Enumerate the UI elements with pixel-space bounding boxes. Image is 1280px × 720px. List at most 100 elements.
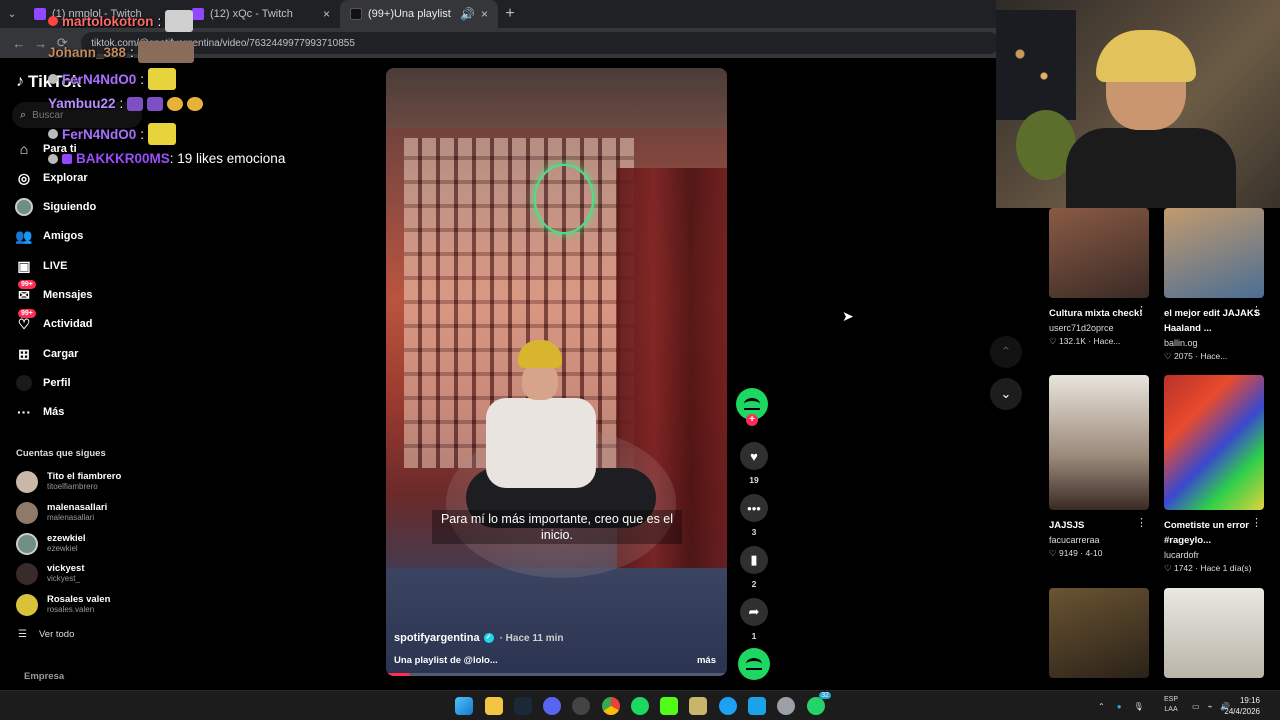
close-icon[interactable]: × (481, 7, 488, 21)
chrome-icon[interactable] (602, 697, 620, 715)
live-icon: ▣ (17, 257, 31, 274)
video-person-face (522, 364, 558, 400)
following-item[interactable]: malenasallari malenasallari (16, 500, 107, 526)
following-item[interactable]: Tito el fiambrero titoelfiambrero (16, 469, 121, 495)
speaker-icon[interactable]: 🔊 (460, 7, 475, 21)
kebab-icon[interactable]: ⋮ (1136, 304, 1147, 317)
steam-icon[interactable] (514, 697, 532, 715)
recommended-video[interactable] (1164, 588, 1274, 678)
chat-message: BAKKKR00MS: 19 likes emociona (48, 151, 285, 166)
chat-badge-icon (48, 74, 58, 84)
whatsapp-icon[interactable]: 32 (807, 692, 831, 715)
settings-icon[interactable] (777, 697, 795, 715)
messages-badge: 99+ (18, 280, 36, 289)
recommended-video[interactable] (1049, 588, 1159, 678)
microphone-icon[interactable]: 🎙 (1134, 702, 1144, 711)
tab-tiktok[interactable]: (99+)Una playlist de @lolo... 🔊 × (340, 0, 498, 28)
monitor-icon[interactable]: ▭ (1192, 702, 1200, 711)
streamer-webcam (996, 0, 1280, 208)
defender-icon[interactable]: ● (1117, 702, 1122, 711)
kebab-icon[interactable]: ⋮ (1136, 516, 1147, 529)
app-icon[interactable] (748, 697, 766, 715)
following-item[interactable]: vickyest vickyest_ (16, 561, 85, 587)
chat-message: Johann_388: (48, 41, 194, 63)
recommended-video[interactable]: ⋮ JAJSJS facucarreraa ♡ 9149 · 4-10 (1049, 375, 1159, 559)
comment-icon: ••• (740, 494, 768, 522)
webcam-hat (1096, 30, 1196, 82)
share-button[interactable]: ➦ 1 (738, 598, 770, 641)
network-icon[interactable]: ⌁ (1208, 702, 1213, 711)
spotify-neon-logo (534, 164, 594, 234)
new-tab-button[interactable]: + (498, 5, 522, 23)
nav-amigos[interactable]: 👥 Amigos (14, 225, 83, 247)
chat-message: Yambuu22: (48, 96, 204, 111)
spotify-taskbar-icon[interactable] (631, 697, 649, 715)
see-all-link[interactable]: ☰ Ver todo (18, 629, 74, 640)
save-count: 2 (751, 579, 757, 589)
nav-live[interactable]: ▣ LIVE (14, 255, 67, 277)
ccleaner-icon[interactable] (719, 697, 737, 715)
back-icon[interactable]: ← (8, 36, 30, 51)
video-thumbnail (1049, 588, 1149, 678)
obs-icon[interactable] (572, 697, 590, 715)
nav-siguiendo[interactable]: Siguiendo (14, 196, 96, 218)
search-icon: ⌕ (20, 108, 27, 121)
discord-icon[interactable] (543, 697, 561, 715)
nav-mas[interactable]: ··· Más (14, 401, 64, 423)
following-item[interactable]: ezewkiel ezewkiel (16, 531, 86, 557)
chevron-up-icon[interactable]: ⌃ (1098, 702, 1105, 711)
avatar (16, 502, 38, 524)
next-video-button[interactable]: ⌄ (990, 378, 1022, 410)
language-indicator[interactable]: ESP LAA (1164, 695, 1178, 715)
recommended-video[interactable]: ⋮ Cultura mixta check! userc71d2oprce ♡ … (1049, 208, 1159, 347)
video-time: · Hace 11 min (499, 632, 564, 644)
tab-search-icon[interactable]: ⌄ (0, 9, 24, 20)
chevron-up-icon: ⌃ (1000, 344, 1012, 359)
more-button[interactable]: más (697, 655, 716, 666)
kebab-icon[interactable]: ⋮ (1251, 516, 1262, 529)
nav-mensajes[interactable]: ✉ 99+ Mensajes (14, 280, 93, 306)
chat-message: FerN4NdO0: (48, 68, 177, 90)
like-button[interactable]: ♥ 19 (738, 442, 770, 485)
screen: ⌄ (1) nmplol - Twitch × (12) xQc - Twitc… (0, 0, 1280, 720)
compass-icon: ◎ (17, 169, 31, 186)
friends-icon: 👥 (15, 227, 33, 244)
recommended-video[interactable]: ⋮ Cometiste un error #rageylo... lucardo… (1164, 375, 1274, 574)
video-progress-fill (386, 673, 410, 676)
previous-video-button[interactable]: ⌃ (990, 336, 1022, 368)
file-explorer-icon[interactable] (485, 697, 503, 715)
emote-icon (127, 96, 144, 111)
nav-cargar[interactable]: ⊞ Cargar (14, 343, 78, 365)
nav-actividad[interactable]: ♡ 99+ Actividad (14, 309, 93, 335)
video-thumbnail (1049, 375, 1149, 510)
emote-icon (167, 96, 184, 111)
app-icon[interactable] (689, 697, 707, 715)
following-item[interactable]: Rosales valen rosales.valen (16, 592, 110, 618)
author-avatar[interactable]: + (736, 388, 768, 426)
sound-disc-button[interactable] (738, 648, 770, 680)
more-icon: ··· (17, 404, 31, 420)
taskbar-clock[interactable]: 19:16 24/4/2026 (1224, 695, 1260, 717)
windows-start-icon[interactable] (455, 697, 473, 715)
video-author[interactable]: spotifyargentina (394, 632, 480, 644)
video-progress-bar[interactable] (386, 673, 727, 676)
save-button[interactable]: ▮ 2 (738, 546, 770, 589)
kick-icon[interactable] (660, 697, 678, 715)
home-icon: ⌂ (19, 141, 29, 157)
video-person-torso (486, 398, 596, 488)
avatar (16, 594, 38, 616)
heart-icon: ♥ (740, 442, 768, 470)
verified-icon: ✓ (483, 633, 494, 643)
comment-button[interactable]: ••• 3 (738, 494, 770, 537)
recommended-video[interactable]: ⋮ el mejor edit JAJAKS Haaland ... balli… (1164, 208, 1274, 362)
footer-empresa[interactable]: Empresa (24, 671, 64, 682)
emote-icon (147, 96, 164, 111)
video-player[interactable]: Para mí lo más importante, creo que es e… (386, 68, 727, 676)
share-count: 1 (751, 631, 757, 641)
chat-message: martolokotron: (48, 10, 194, 32)
nav-perfil[interactable]: Perfil (14, 372, 71, 394)
follow-plus-icon[interactable]: + (746, 414, 758, 426)
video-thumbnail (1164, 588, 1264, 678)
kebab-icon[interactable]: ⋮ (1251, 304, 1262, 317)
system-tray: ⌃ ● 🎙 (1098, 691, 1144, 720)
